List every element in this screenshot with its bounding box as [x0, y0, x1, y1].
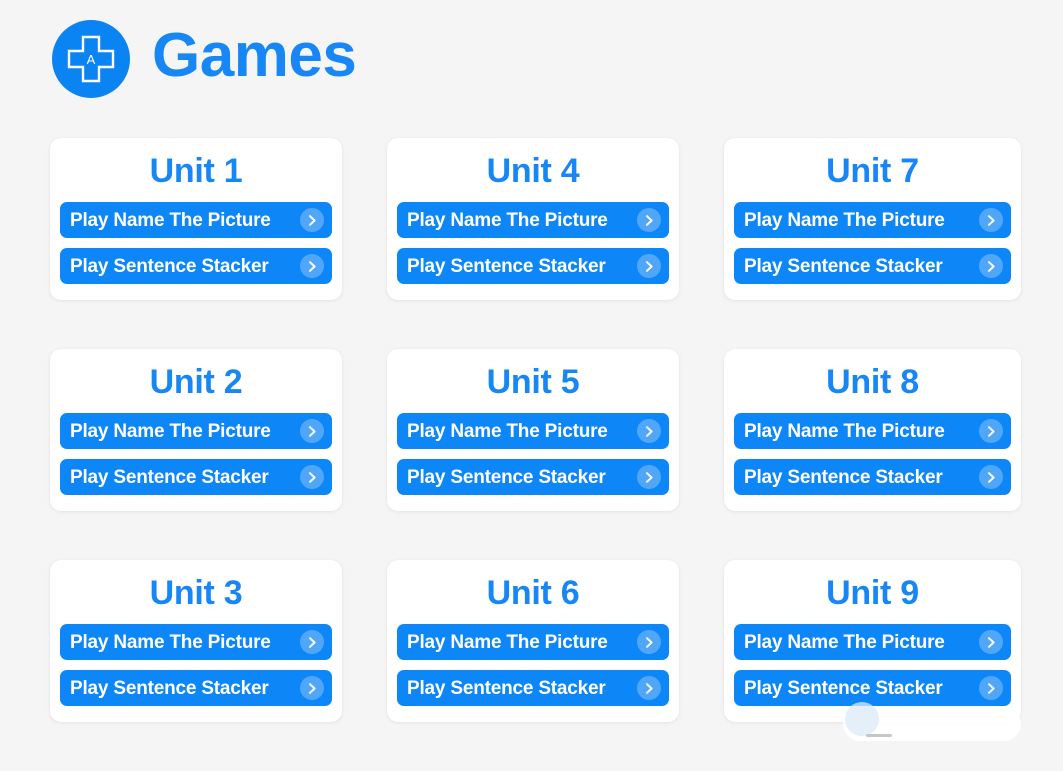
play-button-label: Play Name The Picture — [407, 420, 608, 442]
play-sentence-stacker-button[interactable]: Play Sentence Stacker — [60, 459, 332, 496]
chevron-right-icon — [979, 630, 1003, 655]
unit-title: Unit 8 — [826, 363, 919, 401]
play-sentence-stacker-button[interactable]: Play Sentence Stacker — [60, 670, 332, 707]
unit-card: Unit 2 Play Name The Picture Play Sentence… — [50, 349, 342, 512]
chevron-right-icon — [300, 208, 324, 233]
unit-card-cell: Unit 5 Play Name The Picture Play Sentence… — [387, 349, 724, 560]
play-sentence-stacker-button[interactable]: Play Sentence Stacker — [734, 670, 1011, 707]
units-grid: Unit 1 Play Name The Picture Play Sentence… — [0, 138, 1063, 771]
unit-card-cell: Unit 2 Play Name The Picture Play Sentence… — [50, 349, 387, 560]
unit-card: Unit 7 Play Name The Picture Play Sentence… — [724, 138, 1021, 301]
chevron-right-icon — [300, 676, 324, 701]
unit-card-cell: Unit 4 Play Name The Picture Play Sentence… — [387, 138, 724, 349]
play-name-the-picture-button[interactable]: Play Name The Picture — [734, 624, 1011, 661]
play-name-the-picture-button[interactable]: Play Name The Picture — [60, 202, 332, 239]
play-button-label: Play Sentence Stacker — [407, 255, 606, 277]
chevron-right-icon — [300, 419, 324, 444]
unit-card: Unit 9 Play Name The Picture Play Sentence… — [724, 560, 1021, 723]
play-name-the-picture-button[interactable]: Play Name The Picture — [397, 202, 669, 239]
unit-card-cell: Unit 6 Play Name The Picture Play Sentence… — [387, 560, 724, 771]
unit-card-cell: Unit 1 Play Name The Picture Play Sentence… — [50, 138, 387, 349]
chevron-right-icon — [637, 630, 661, 655]
play-sentence-stacker-button[interactable]: Play Sentence Stacker — [397, 670, 669, 707]
play-button-label: Play Name The Picture — [70, 209, 271, 231]
svg-text:A: A — [87, 52, 96, 67]
play-button-label: Play Sentence Stacker — [70, 466, 269, 488]
play-button-label: Play Name The Picture — [407, 631, 608, 653]
play-button-label: Play Name The Picture — [744, 209, 945, 231]
play-button-label: Play Sentence Stacker — [744, 677, 943, 699]
play-sentence-stacker-button[interactable]: Play Sentence Stacker — [60, 248, 332, 285]
chevron-right-icon — [979, 208, 1003, 233]
unit-title: Unit 4 — [486, 152, 580, 190]
chevron-right-icon — [979, 254, 1003, 279]
play-button-label: Play Sentence Stacker — [407, 466, 606, 488]
unit-title: Unit 9 — [826, 574, 919, 612]
unit-card: Unit 5 Play Name The Picture Play Sentence… — [387, 349, 679, 512]
unit-card-cell: Unit 3 Play Name The Picture Play Sentence… — [50, 560, 387, 771]
chevron-right-icon — [637, 465, 661, 490]
play-button-label: Play Name The Picture — [70, 420, 271, 442]
play-button-label: Play Sentence Stacker — [70, 677, 269, 699]
play-name-the-picture-button[interactable]: Play Name The Picture — [734, 413, 1011, 450]
chevron-right-icon — [979, 676, 1003, 701]
unit-title: Unit 7 — [826, 152, 919, 190]
play-button-label: Play Name The Picture — [70, 631, 271, 653]
play-name-the-picture-button[interactable]: Play Name The Picture — [397, 413, 669, 450]
unit-card: Unit 6 Play Name The Picture Play Sentence… — [387, 560, 679, 723]
page-header: A Games — [0, 0, 1063, 98]
play-button-label: Play Sentence Stacker — [407, 677, 606, 699]
play-button-label: Play Name The Picture — [407, 209, 608, 231]
unit-card-cell: Unit 8 Play Name The Picture Play Sentence… — [724, 349, 1063, 560]
unit-title: Unit 2 — [149, 363, 243, 401]
play-sentence-stacker-button[interactable]: Play Sentence Stacker — [734, 459, 1011, 496]
play-button-label: Play Sentence Stacker — [70, 255, 269, 277]
chevron-right-icon — [300, 465, 324, 490]
dpad-a-icon: A — [52, 20, 130, 98]
play-name-the-picture-button[interactable]: Play Name The Picture — [60, 624, 332, 661]
play-name-the-picture-button[interactable]: Play Name The Picture — [60, 413, 332, 450]
chat-widget-placeholder-line — [866, 734, 892, 737]
unit-title: Unit 6 — [486, 574, 580, 612]
play-button-label: Play Sentence Stacker — [744, 466, 943, 488]
play-button-label: Play Name The Picture — [744, 420, 945, 442]
chevron-right-icon — [300, 254, 324, 279]
play-button-label: Play Name The Picture — [744, 631, 945, 653]
unit-title: Unit 3 — [149, 574, 243, 612]
unit-card-cell: Unit 7 Play Name The Picture Play Sentence… — [724, 138, 1063, 349]
unit-card: Unit 1 Play Name The Picture Play Sentence… — [50, 138, 342, 301]
unit-card: Unit 3 Play Name The Picture Play Sentence… — [50, 560, 342, 723]
chevron-right-icon — [300, 630, 324, 655]
unit-title: Unit 5 — [486, 363, 580, 401]
chevron-right-icon — [637, 676, 661, 701]
page-title: Games — [152, 21, 357, 90]
play-button-label: Play Sentence Stacker — [744, 255, 943, 277]
play-name-the-picture-button[interactable]: Play Name The Picture — [397, 624, 669, 661]
unit-card: Unit 8 Play Name The Picture Play Sentence… — [724, 349, 1021, 512]
unit-title: Unit 1 — [149, 152, 243, 190]
unit-card: Unit 4 Play Name The Picture Play Sentence… — [387, 138, 679, 301]
chevron-right-icon — [637, 208, 661, 233]
chevron-right-icon — [979, 419, 1003, 444]
chevron-right-icon — [979, 465, 1003, 490]
play-sentence-stacker-button[interactable]: Play Sentence Stacker — [397, 459, 669, 496]
play-sentence-stacker-button[interactable]: Play Sentence Stacker — [397, 248, 669, 285]
avatar-icon[interactable] — [845, 702, 879, 736]
play-name-the-picture-button[interactable]: Play Name The Picture — [734, 202, 1011, 239]
chevron-right-icon — [637, 419, 661, 444]
chevron-right-icon — [637, 254, 661, 279]
play-sentence-stacker-button[interactable]: Play Sentence Stacker — [734, 248, 1011, 285]
